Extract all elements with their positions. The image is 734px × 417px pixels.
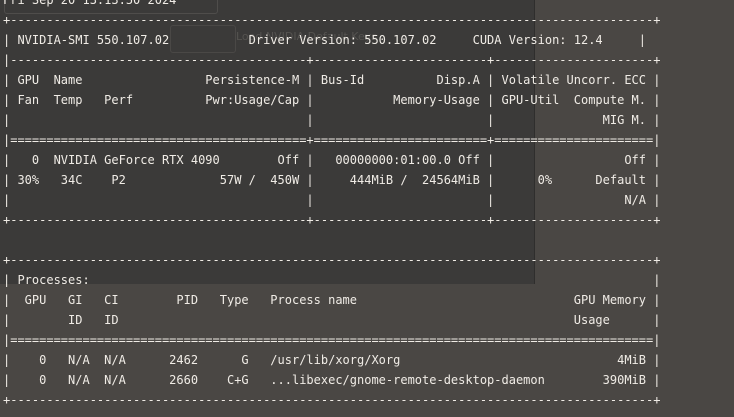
process-table-top-border: +---------------------------------------…	[3, 253, 661, 267]
gpu-table-column-headers-2: | Fan Temp Perf Pwr:Usage/Cap | Memory-U…	[3, 93, 661, 107]
process-table-title: | Processes: |	[3, 273, 661, 287]
gpu-table-top-border: +---------------------------------------…	[3, 13, 661, 27]
process-row: | 0 N/A N/A 2660 C+G ...libexec/gnome-re…	[3, 373, 661, 387]
gpu-table-version-header: | NVIDIA-SMI 550.107.02 Driver Version: …	[3, 33, 646, 47]
screen: Load NVIDIA Default Keys Fri Sep 20 13:1…	[0, 0, 734, 417]
gpu-table-column-headers-1: | GPU Name Persistence-M | Bus-Id Disp.A…	[3, 73, 661, 87]
timestamp: Fri Sep 20 13:13:50 2024	[3, 0, 177, 7]
process-table-separator: |=======================================…	[3, 333, 661, 347]
gpu-table-bottom-border: +---------------------------------------…	[3, 213, 661, 227]
process-table-column-headers-1: | GPU GI CI PID Type Process name GPU Me…	[3, 293, 661, 307]
process-row: | 0 N/A N/A 2462 G /usr/lib/xorg/Xorg 4M…	[3, 353, 661, 367]
gpu-table-double-separator: |=======================================…	[3, 133, 661, 147]
gpu-table-column-headers-3: | | | MIG M. |	[3, 113, 661, 127]
gpu-row-line-3: | | | N/A |	[3, 193, 661, 207]
terminal-output: Fri Sep 20 13:13:50 2024 +---------------…	[3, 0, 660, 410]
gpu-row-line-1: | 0 NVIDIA GeForce RTX 4090 Off | 000000…	[3, 153, 661, 167]
gpu-row-line-2: | 30% 34C P2 57W / 450W | 444MiB / 24564…	[3, 173, 661, 187]
gpu-table-separator: |---------------------------------------…	[3, 53, 661, 67]
process-table-bottom-border: +---------------------------------------…	[3, 393, 661, 407]
process-table-column-headers-2: | ID ID Usage |	[3, 313, 661, 327]
